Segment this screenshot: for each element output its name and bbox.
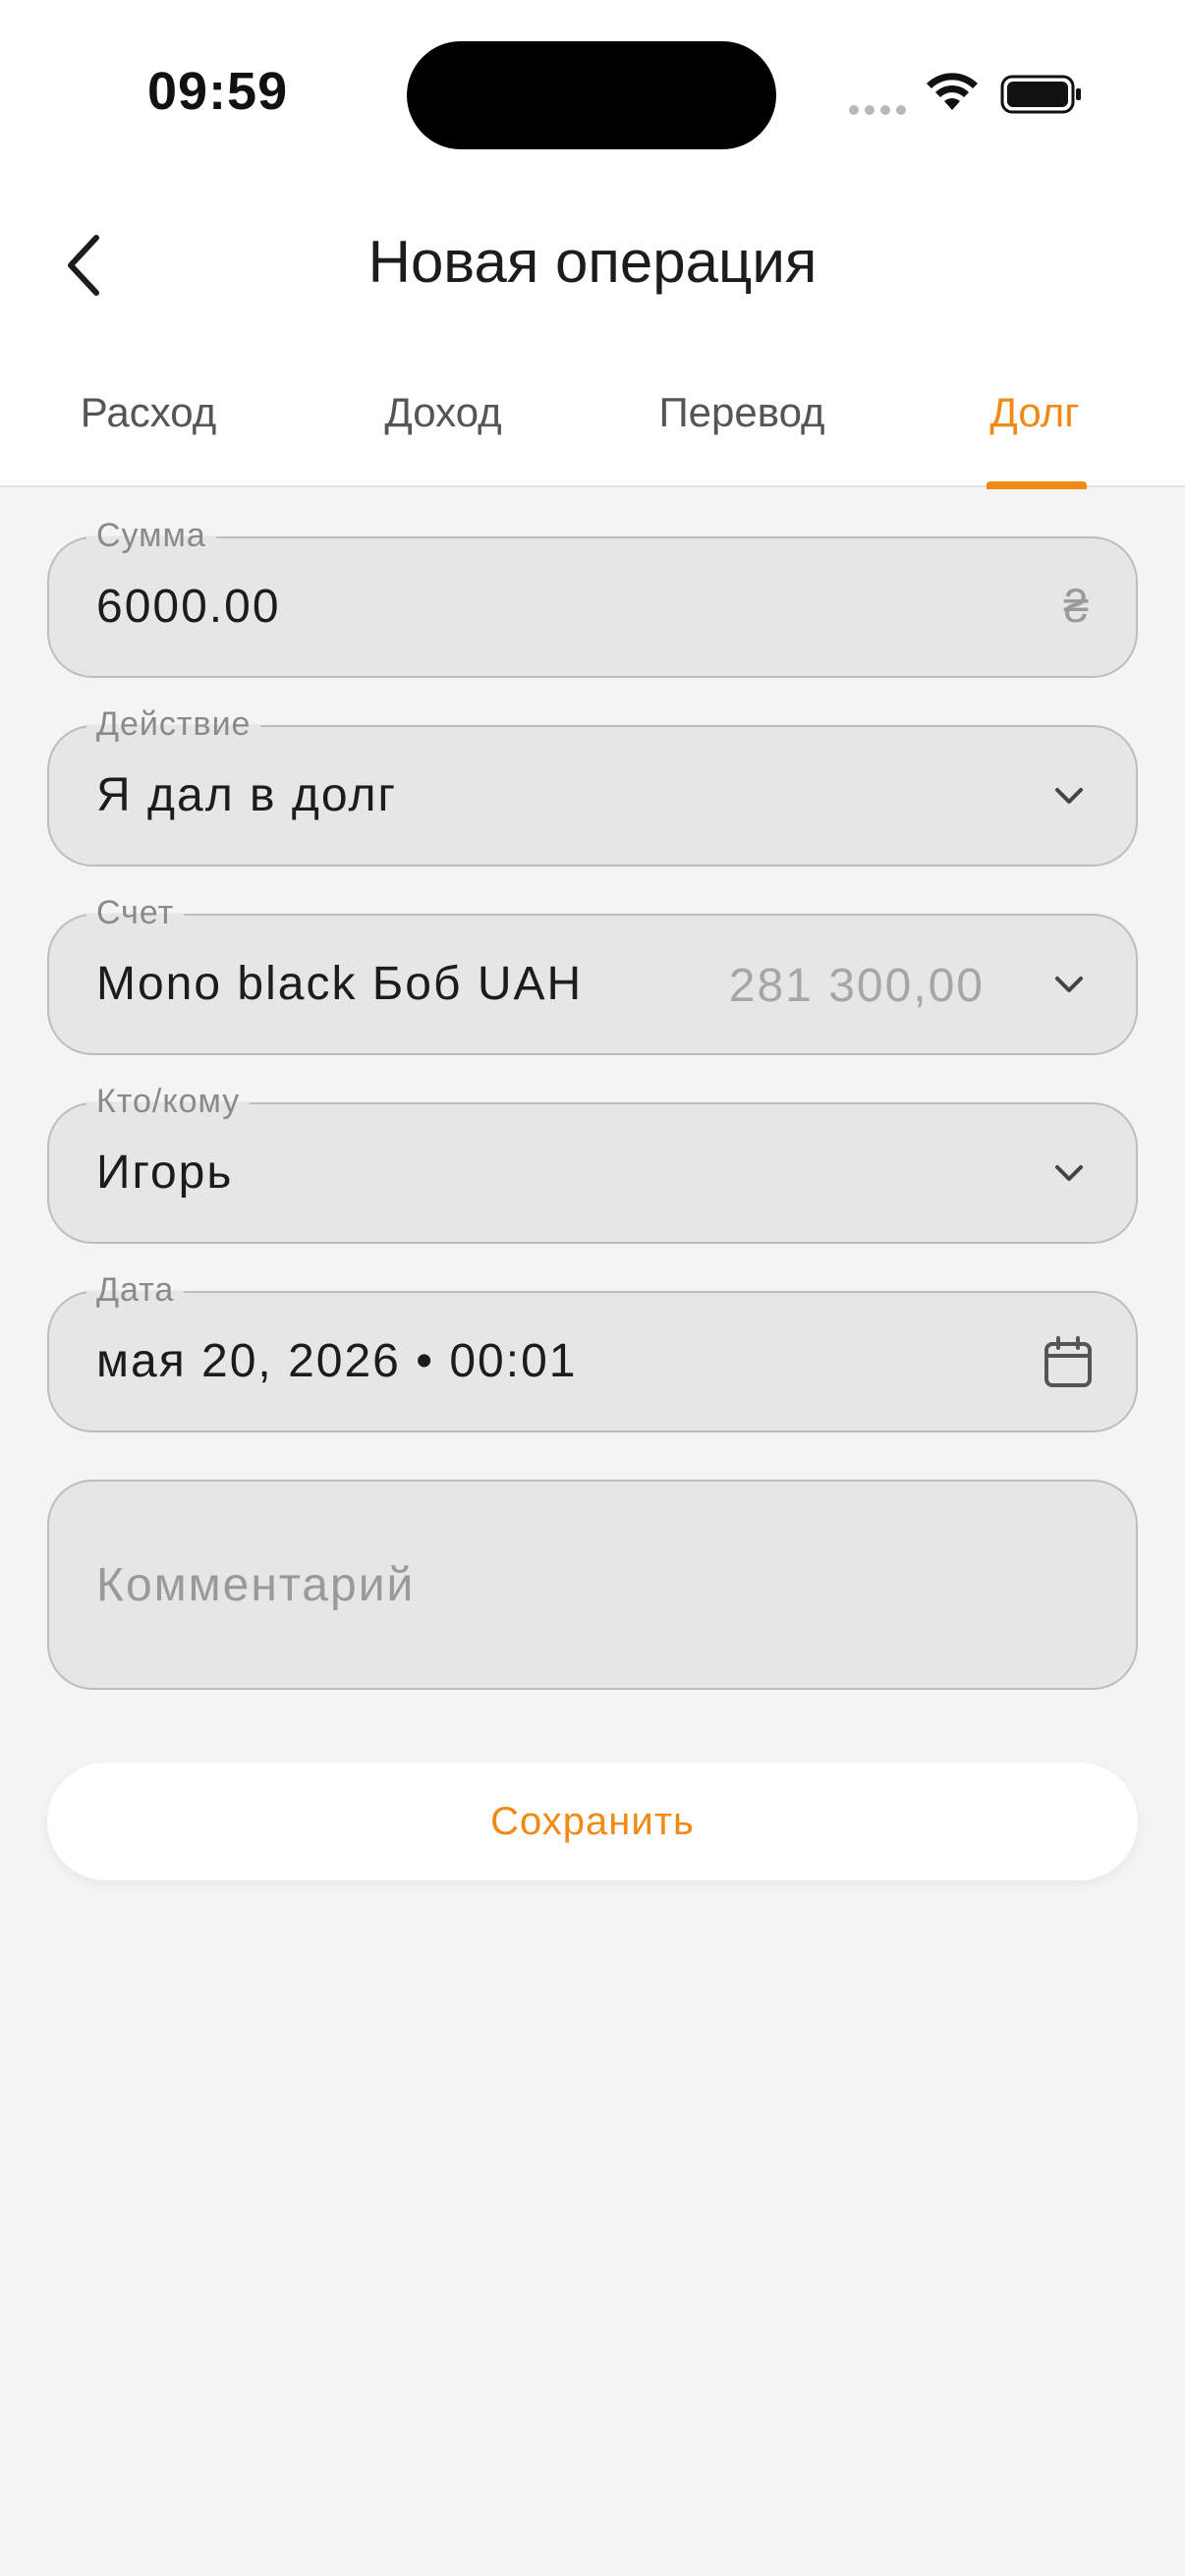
chevron-down-icon xyxy=(1055,788,1083,804)
tab-expense[interactable]: Расход xyxy=(39,383,257,487)
date-value: мая 20, 2026 • 00:01 xyxy=(96,1335,578,1387)
account-balance: 281 300,00 xyxy=(728,960,985,1012)
tab-label: Долг xyxy=(989,389,1080,435)
tab-income[interactable]: Доход xyxy=(334,383,552,487)
active-tab-indicator xyxy=(987,481,1087,489)
currency-symbol: ₴ xyxy=(1063,581,1089,632)
account-select[interactable]: Счет Mono black Боб UAH 281 300,00 xyxy=(47,894,1138,1055)
amount-value: 6000.00 xyxy=(96,581,281,633)
operation-type-tabs: Расход Доход Перевод Долг xyxy=(0,383,1185,489)
action-label: Действие xyxy=(86,705,261,744)
chevron-down-icon xyxy=(1055,977,1083,992)
page-title: Новая операция xyxy=(367,229,818,295)
account-value: Mono black Боб UAH xyxy=(96,958,584,1010)
status-time: 09:59 xyxy=(147,62,289,121)
counterparty-label: Кто/кому xyxy=(86,1083,251,1121)
amount-label: Сумма xyxy=(86,517,216,555)
amount-field[interactable]: Сумма 6000.00 ₴ xyxy=(47,517,1138,678)
save-button[interactable]: Сохранить xyxy=(47,1763,1138,1880)
cellular-signal-icon xyxy=(849,102,912,116)
comment-placeholder: Комментарий xyxy=(96,1559,416,1611)
action-select[interactable]: Действие Я дал в долг xyxy=(47,705,1138,867)
dynamic-island xyxy=(407,41,776,149)
counterparty-value: Игорь xyxy=(96,1147,234,1199)
wifi-icon xyxy=(927,73,978,110)
account-label: Счет xyxy=(86,894,185,932)
comment-input[interactable]: Комментарий xyxy=(47,1480,1138,1690)
header-area: 09:59 Новая операция Расход Доход Перево… xyxy=(0,0,1185,489)
tab-label: Расход xyxy=(80,389,217,435)
date-label: Дата xyxy=(86,1271,185,1310)
tab-label: Перевод xyxy=(658,389,825,435)
date-field[interactable]: Дата мая 20, 2026 • 00:01 xyxy=(47,1271,1138,1432)
tab-transfer[interactable]: Перевод xyxy=(619,383,865,487)
battery-icon xyxy=(1000,75,1081,114)
tab-label: Доход xyxy=(384,389,502,435)
chevron-down-icon xyxy=(1055,1165,1083,1181)
counterparty-select[interactable]: Кто/кому Игорь xyxy=(47,1083,1138,1244)
tab-debt[interactable]: Долг xyxy=(943,383,1126,487)
calendar-icon[interactable] xyxy=(1044,1336,1093,1389)
action-value: Я дал в долг xyxy=(96,769,398,821)
